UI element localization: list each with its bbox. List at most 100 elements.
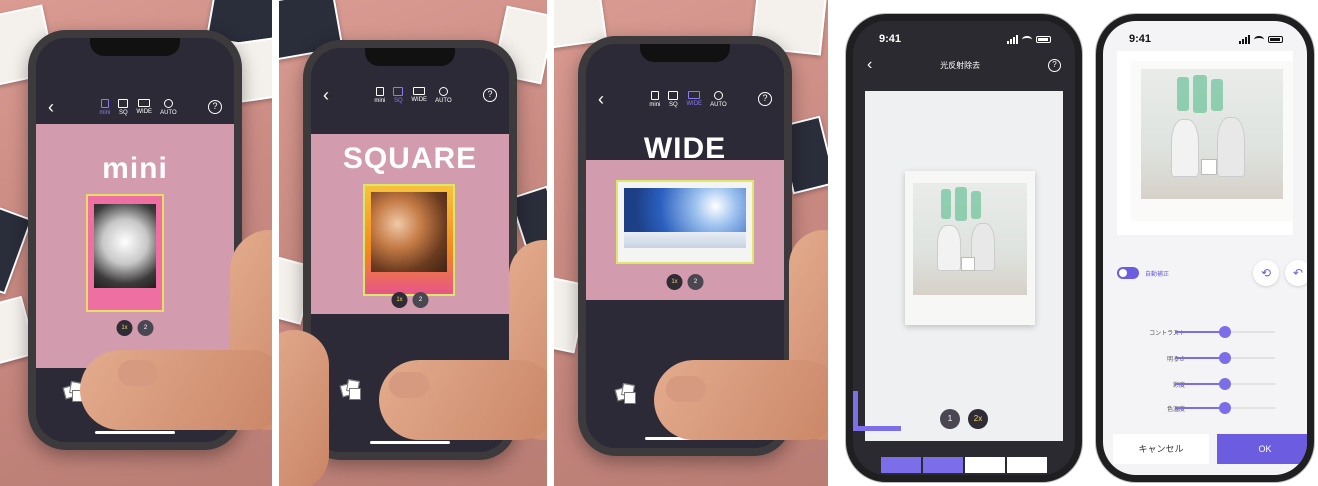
slider-row: 色温度	[1103, 401, 1307, 415]
slider-track[interactable]	[1175, 378, 1275, 390]
phone-notch	[640, 44, 730, 62]
slider-row: 明るさ	[1103, 351, 1307, 365]
back-chevron-icon[interactable]: ‹	[48, 97, 68, 118]
zoom-selector: 1 2x	[940, 409, 988, 429]
camera-toolbar: ‹ mini SQ WIDE AUTO ?	[598, 82, 772, 116]
photo-preview	[1117, 51, 1293, 235]
back-chevron-icon[interactable]: ‹	[323, 85, 343, 106]
progress-step	[1007, 457, 1047, 473]
zoom-2x-button[interactable]: 2x	[968, 409, 988, 429]
gallery-icon[interactable]	[339, 379, 363, 402]
hand	[279, 330, 329, 486]
back-chevron-icon[interactable]: ‹	[598, 89, 618, 110]
mode-label: WIDE	[686, 100, 703, 107]
format-label: SQUARE	[342, 142, 478, 175]
mode-label: SQ	[669, 101, 678, 108]
mode-wide[interactable]: WIDE	[686, 90, 703, 108]
status-time: 9:41	[1129, 33, 1152, 45]
adjust-phone: 9:41 自動補正 ⟲ ↶ コントラスト 明るさ 彩度 色温度 キャンセル OK	[1096, 14, 1314, 482]
slider-fill	[1175, 357, 1225, 359]
status-time: 9:41	[879, 33, 902, 45]
zoom-1x-button[interactable]: 1	[940, 409, 960, 429]
photo-panel-wide: ‹ mini SQ WIDE AUTO ? WIDE 1x 2	[554, 0, 828, 486]
mode-auto[interactable]: AUTO	[435, 86, 452, 104]
back-chevron-icon[interactable]: ‹	[867, 56, 872, 74]
square-photo-frame	[363, 184, 455, 296]
mode-wide[interactable]: WIDE	[136, 98, 152, 116]
slider-thumb[interactable]	[1219, 326, 1231, 338]
status-icons	[1007, 34, 1051, 44]
zoom-1x-button[interactable]: 1x	[116, 320, 133, 336]
slider-thumb[interactable]	[1219, 378, 1231, 390]
mode-label: AUTO	[160, 109, 177, 116]
mode-auto[interactable]: AUTO	[710, 90, 727, 108]
format-mode-switch: mini SQ WIDE AUTO	[374, 86, 452, 104]
slider-thumb[interactable]	[1219, 352, 1231, 364]
rotate-icon[interactable]: ⟲	[1253, 260, 1279, 286]
mode-wide[interactable]: WIDE	[411, 86, 428, 104]
zoom-2x-button[interactable]: 2	[412, 292, 429, 308]
mode-mini[interactable]: mini	[374, 86, 386, 104]
mode-label: mini	[374, 97, 386, 104]
nav-bar: ‹ 光反射除去 ?	[853, 53, 1075, 77]
zoom-1x-button[interactable]: 1x	[666, 274, 683, 290]
help-icon[interactable]: ?	[1047, 58, 1061, 72]
zoom-2x-button[interactable]: 2	[687, 274, 704, 290]
mode-sq[interactable]: SQ	[118, 98, 129, 116]
wide-photo-frame	[616, 180, 754, 264]
battery-icon	[1036, 35, 1051, 43]
help-icon[interactable]: ?	[483, 88, 497, 102]
signal-icon	[1239, 34, 1250, 44]
help-icon[interactable]: ?	[758, 92, 772, 106]
mode-label: SQ	[394, 97, 403, 104]
slider-fill	[1175, 407, 1225, 409]
progress-step	[881, 457, 921, 473]
scanned-polaroid	[905, 171, 1035, 325]
cancel-button[interactable]: キャンセル	[1113, 434, 1209, 464]
mode-mini[interactable]: mini	[99, 98, 111, 116]
gallery-icon[interactable]	[614, 383, 638, 406]
slider-track[interactable]	[1175, 326, 1275, 338]
home-indicator	[370, 441, 450, 444]
mode-sq[interactable]: SQ	[393, 86, 404, 104]
home-indicator	[95, 431, 175, 434]
mode-label: WIDE	[411, 96, 428, 103]
mini-photo-frame	[86, 194, 164, 312]
crop-corner-handle[interactable]	[853, 391, 901, 431]
zoom-2x-button[interactable]: 2	[137, 320, 154, 336]
undo-icon[interactable]: ↶	[1285, 260, 1307, 286]
zoom-1x-button[interactable]: 1x	[391, 292, 408, 308]
mode-mini[interactable]: mini	[649, 90, 661, 108]
status-bar: 9:41	[1103, 21, 1307, 51]
mode-auto[interactable]: AUTO	[160, 98, 177, 116]
mode-label: mini	[99, 109, 111, 116]
format-label: WIDE	[643, 132, 727, 165]
polaroid-image	[913, 183, 1027, 295]
mode-sq[interactable]: SQ	[668, 90, 679, 108]
progress-step	[923, 457, 963, 473]
mode-label: mini	[649, 101, 661, 108]
thumbnail	[118, 360, 158, 386]
slider-track[interactable]	[1175, 402, 1275, 414]
slider-row: コントラスト	[1103, 325, 1307, 339]
zoom-selector: 1x 2	[391, 292, 429, 308]
progress-steps	[881, 457, 1047, 473]
auto-correct-label: 自動補正	[1145, 272, 1170, 278]
slider-track[interactable]	[1175, 352, 1275, 364]
slider-fill	[1175, 331, 1225, 333]
auto-correct-toggle[interactable]	[1117, 267, 1139, 279]
ok-button[interactable]: OK	[1217, 434, 1307, 464]
camera-toolbar: ‹ mini SQ WIDE AUTO ?	[323, 78, 497, 112]
slider-thumb[interactable]	[1219, 402, 1231, 414]
mode-label: AUTO	[710, 101, 727, 108]
adjusted-polaroid	[1131, 61, 1293, 221]
polaroid-image	[1141, 69, 1283, 199]
phone-notch	[90, 38, 180, 56]
format-mode-switch: mini SQ WIDE AUTO	[649, 90, 727, 108]
photo-panel-mini: ‹ mini SQ WIDE AUTO ? mini 1x 2	[0, 0, 272, 486]
zoom-selector: 1x 2	[666, 274, 704, 290]
status-icons	[1239, 34, 1283, 44]
phone-notch	[365, 48, 455, 66]
help-icon[interactable]: ?	[208, 100, 222, 114]
camera-toolbar: ‹ mini SQ WIDE AUTO ?	[48, 90, 222, 124]
